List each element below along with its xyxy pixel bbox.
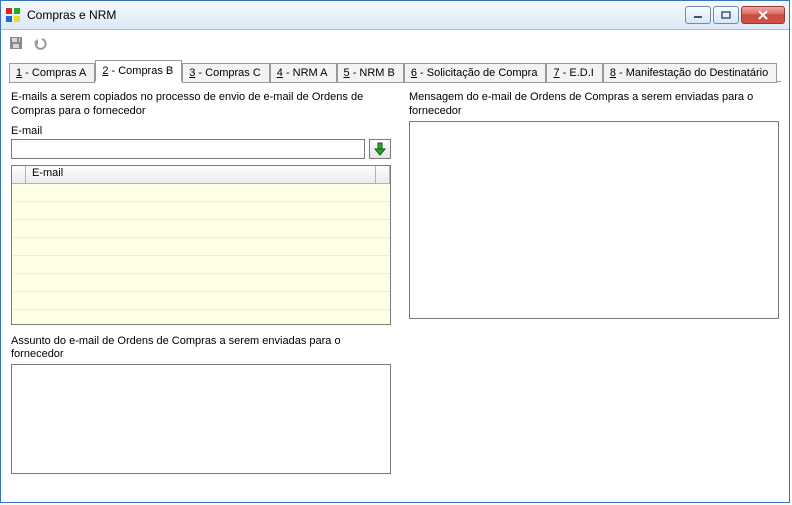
add-email-button[interactable]	[369, 139, 391, 159]
tab-solicitacao-compra[interactable]: 6 - Solicitação de Compra	[404, 63, 547, 83]
window-frame: Compras e NRM	[0, 0, 790, 503]
subject-section: Assunto do e-mail de Ordens de Compras a…	[11, 335, 391, 478]
close-button[interactable]	[741, 6, 785, 24]
tab-nrm-b[interactable]: 5 - NRM B	[337, 63, 404, 83]
grid-col-spacer	[376, 166, 390, 183]
email-input-row	[11, 139, 391, 159]
grid-row-indicator-header	[12, 166, 26, 183]
email-grid[interactable]: E-mail	[11, 165, 391, 325]
window-controls	[685, 6, 785, 24]
maximize-button[interactable]	[713, 6, 739, 24]
minimize-button[interactable]	[685, 6, 711, 24]
grid-col-email[interactable]: E-mail	[26, 166, 376, 183]
tab-compras-c[interactable]: 3 - Compras C	[182, 63, 270, 83]
titlebar[interactable]: Compras e NRM	[1, 1, 789, 30]
email-grid-body[interactable]	[12, 184, 390, 324]
toolbar	[1, 30, 789, 54]
email-field-label: E-mail	[11, 125, 391, 137]
message-textarea[interactable]	[409, 121, 779, 319]
left-column: E-mails a serem copiados no processo de …	[11, 91, 391, 492]
message-label: Mensagem do e-mail de Ordens de Compras …	[409, 91, 779, 119]
app-icon	[5, 7, 21, 23]
tab-compras-b[interactable]: 2 - Compras B	[95, 60, 182, 82]
subject-label: Assunto do e-mail de Ordens de Compras a…	[11, 335, 391, 363]
cc-emails-section-label: E-mails a serem copiados no processo de …	[11, 91, 391, 119]
tab-content: E-mails a serem copiados no processo de …	[1, 83, 789, 502]
tab-manifestacao-destinatario[interactable]: 8 - Manifestação do Destinatário	[603, 63, 777, 83]
right-column: Mensagem do e-mail de Ordens de Compras …	[409, 91, 779, 492]
tab-compras-a[interactable]: 1 - Compras A	[9, 63, 95, 83]
subject-textarea[interactable]	[11, 364, 391, 474]
arrow-down-icon	[373, 142, 387, 156]
undo-icon[interactable]	[31, 34, 49, 52]
tab-edi[interactable]: 7 - E.D.I	[546, 63, 602, 83]
tab-nrm-a[interactable]: 4 - NRM A	[270, 63, 337, 83]
message-section: Mensagem do e-mail de Ordens de Compras …	[409, 91, 779, 319]
save-icon[interactable]	[7, 34, 25, 52]
email-input[interactable]	[11, 139, 365, 159]
window-title: Compras e NRM	[27, 8, 685, 22]
tabstrip: 1 - Compras A 2 - Compras B 3 - Compras …	[1, 54, 789, 83]
email-grid-header: E-mail	[12, 166, 390, 184]
